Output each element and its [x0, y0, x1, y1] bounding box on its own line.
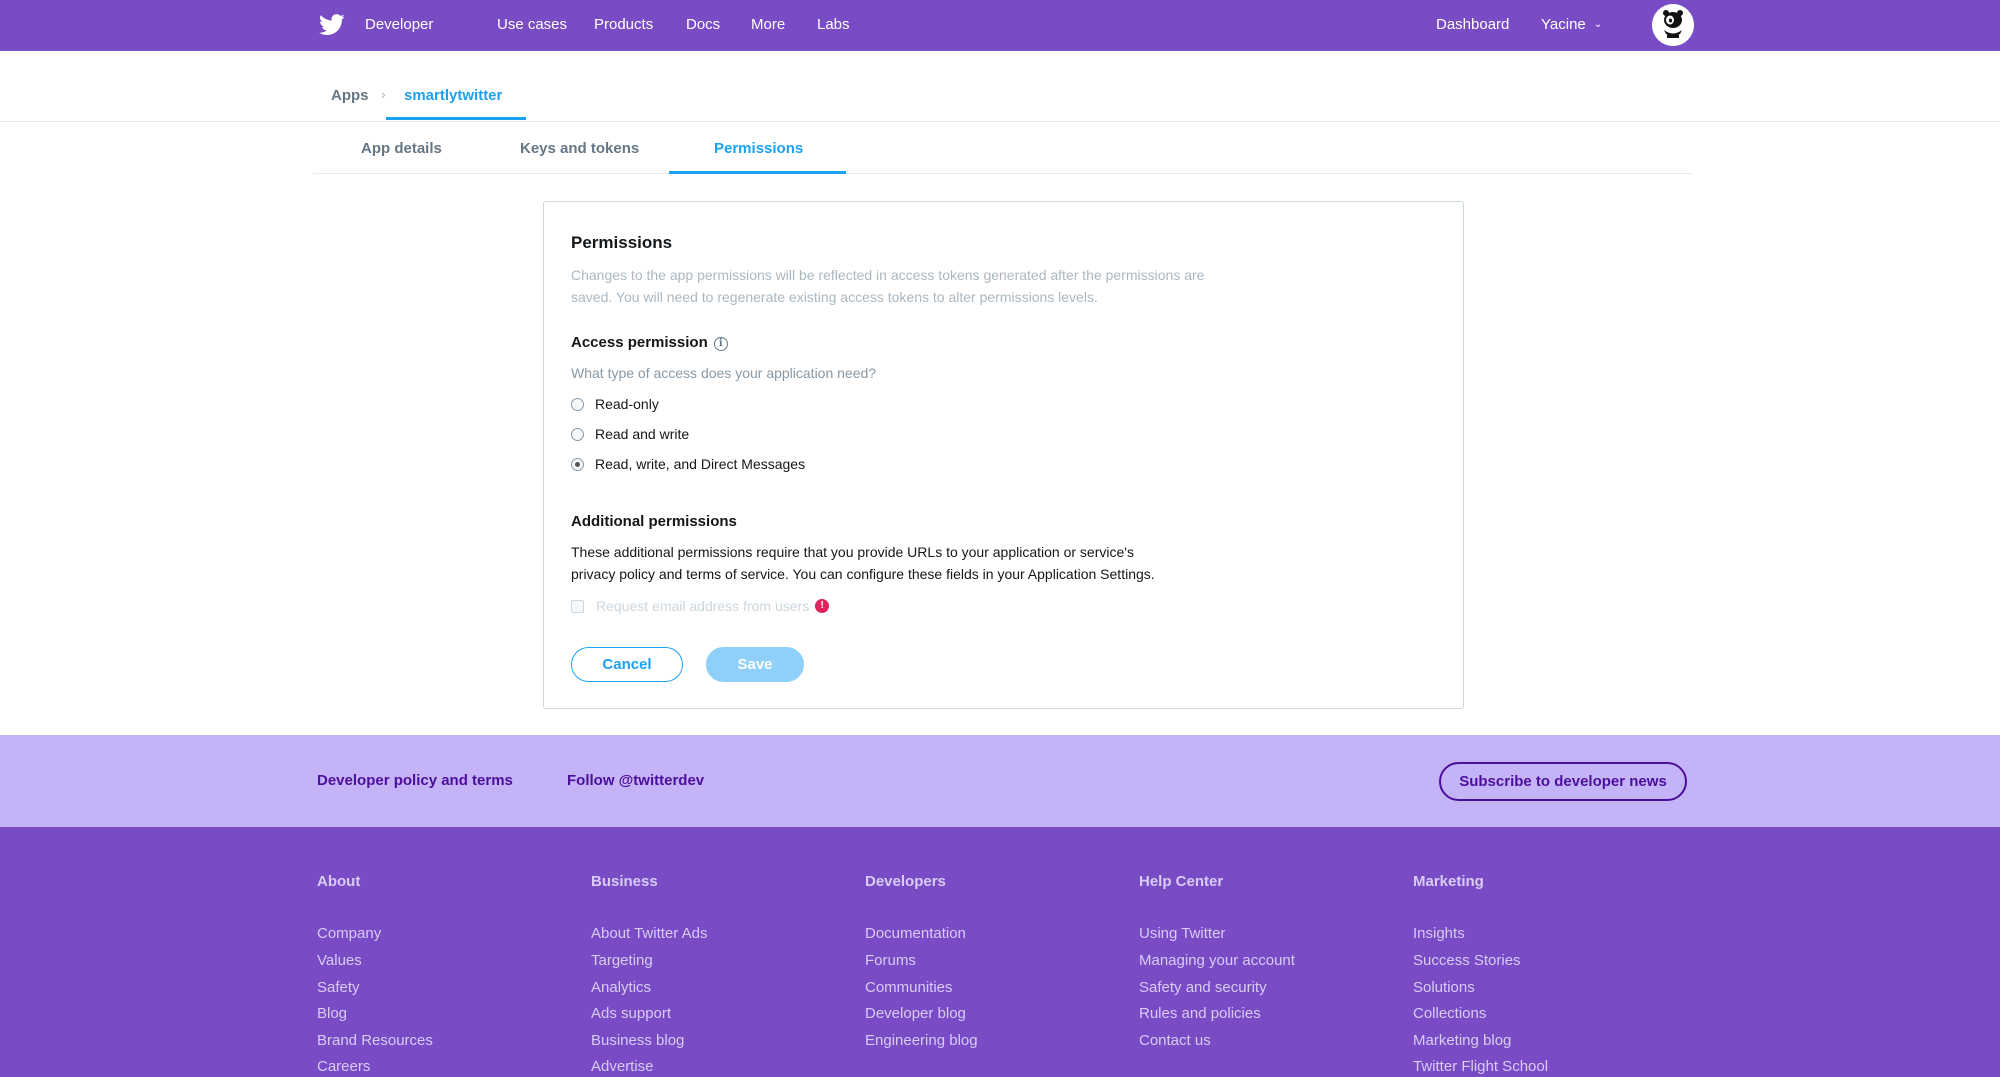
footer-link[interactable]: Solutions — [1413, 979, 1475, 996]
additional-permissions-heading: Additional permissions — [571, 513, 737, 530]
nav-dashboard[interactable]: Dashboard — [1436, 0, 1509, 51]
nav-products[interactable]: Products — [594, 0, 653, 51]
radio-option-read-write-dm[interactable]: Read, write, and Direct Messages — [571, 456, 805, 472]
footer-link[interactable]: Managing your account — [1139, 952, 1295, 969]
user-name: Yacine — [1541, 16, 1586, 33]
radio-read-only-label[interactable]: Read-only — [595, 396, 659, 412]
email-permission-row: Request email address from users ! — [571, 598, 830, 614]
twitter-bird-icon[interactable] — [319, 14, 345, 36]
wwf-panda-avatar[interactable] — [1652, 4, 1694, 46]
radio-read-write[interactable] — [571, 427, 584, 441]
footer-link[interactable]: Brand Resources — [317, 1032, 433, 1049]
app-tabs: App details Keys and tokens Permissions — [313, 122, 1693, 174]
radio-option-read-only[interactable]: Read-only — [571, 396, 659, 412]
access-permission-heading: Access permission i — [571, 334, 728, 351]
breadcrumb-active-underline — [386, 117, 526, 120]
footer-link[interactable]: Engineering blog — [865, 1032, 978, 1049]
footer-heading: Business — [591, 873, 658, 890]
subscribe-button[interactable]: Subscribe to developer news — [1439, 762, 1687, 801]
request-email-checkbox[interactable] — [571, 599, 584, 613]
footer-link[interactable]: Contact us — [1139, 1032, 1211, 1049]
footer-link[interactable]: Rules and policies — [1139, 1005, 1261, 1022]
footer-link[interactable]: Twitter Flight School — [1413, 1058, 1548, 1075]
cancel-button[interactable]: Cancel — [571, 647, 683, 682]
footer-link[interactable]: Advertise — [591, 1058, 654, 1075]
nav-labs[interactable]: Labs — [817, 0, 850, 51]
footer-heading: Help Center — [1139, 873, 1224, 890]
save-button[interactable]: Save — [706, 647, 804, 682]
radio-read-write-dm-label[interactable]: Read, write, and Direct Messages — [595, 456, 805, 472]
info-icon[interactable]: i — [713, 337, 728, 351]
footer-heading: About — [317, 873, 361, 890]
chevron-down-icon: ⌄ — [1593, 19, 1603, 30]
radio-read-write-label[interactable]: Read and write — [595, 426, 689, 442]
additional-permissions-description: These additional permissions require tha… — [571, 541, 1155, 585]
card-subtitle-line-1: Changes to the app permissions will be r… — [571, 267, 1205, 283]
top-nav: Developer Use cases Products Docs More L… — [0, 0, 2000, 51]
footer-link[interactable]: Safety and security — [1139, 979, 1267, 996]
alert-icon[interactable]: ! — [815, 599, 830, 613]
tab-permissions[interactable]: Permissions — [714, 140, 803, 157]
footer-link[interactable]: Forums — [865, 952, 916, 969]
footer-link[interactable]: Marketing blog — [1413, 1032, 1511, 1049]
breadcrumb-apps[interactable]: Apps — [331, 87, 369, 104]
nav-docs[interactable]: Docs — [686, 0, 720, 51]
footer-link[interactable]: Targeting — [591, 952, 653, 969]
request-email-label: Request email address from users — [596, 598, 810, 614]
radio-read-only[interactable] — [571, 397, 584, 411]
breadcrumb-current-app[interactable]: smartlytwitter — [404, 87, 502, 104]
footer-link[interactable]: About Twitter Ads — [591, 925, 707, 942]
access-question: What type of access does your applicatio… — [571, 365, 877, 381]
additional-description-line-1: These additional permissions require tha… — [571, 544, 1134, 560]
additional-description-line-2: privacy policy and terms of service. You… — [571, 566, 1155, 582]
footer-link[interactable]: Success Stories — [1413, 952, 1521, 969]
footer-link[interactable]: Documentation — [865, 925, 966, 942]
footer-link[interactable]: Ads support — [591, 1005, 671, 1022]
footer-link[interactable]: Communities — [865, 979, 953, 996]
developer-policy-link[interactable]: Developer policy and terms — [317, 772, 513, 789]
card-title: Permissions — [571, 233, 673, 252]
card-subtitle: Changes to the app permissions will be r… — [571, 264, 1204, 308]
footer-link[interactable]: Blog — [317, 1005, 347, 1022]
card-subtitle-line-2: saved. You will need to regenerate exist… — [571, 289, 1098, 305]
tab-app-details[interactable]: App details — [361, 140, 442, 157]
user-menu[interactable]: Yacine ⌄ — [1541, 0, 1602, 51]
footer-link[interactable]: Safety — [317, 979, 360, 996]
footer-link[interactable]: Careers — [317, 1058, 370, 1075]
follow-twitterdev-link[interactable]: Follow @twitterdev — [567, 772, 704, 789]
footer-heading: Developers — [865, 873, 946, 890]
footer-link[interactable]: Insights — [1413, 925, 1465, 942]
tab-keys-and-tokens[interactable]: Keys and tokens — [520, 140, 639, 157]
chevron-right-icon: › — [381, 86, 386, 102]
nav-use-cases[interactable]: Use cases — [497, 0, 567, 51]
tab-active-underline — [669, 171, 846, 174]
footer-link[interactable]: Analytics — [591, 979, 651, 996]
nav-more[interactable]: More — [751, 0, 785, 51]
footer-link[interactable]: Company — [317, 925, 381, 942]
breadcrumb: Apps › smartlytwitter — [0, 51, 2000, 122]
site-footer: About Company Values Safety Blog Brand R… — [0, 827, 2000, 1077]
permissions-card: Permissions Changes to the app permissio… — [543, 201, 1464, 709]
access-permission-label: Access permission — [571, 334, 708, 351]
footer-heading: Marketing — [1413, 873, 1484, 890]
nav-brand-developer[interactable]: Developer — [365, 0, 433, 51]
footer-link[interactable]: Collections — [1413, 1005, 1486, 1022]
footer-link[interactable]: Business blog — [591, 1032, 684, 1049]
footer-link[interactable]: Developer blog — [865, 1005, 966, 1022]
radio-option-read-write[interactable]: Read and write — [571, 426, 689, 442]
footer-link[interactable]: Using Twitter — [1139, 925, 1225, 942]
footer-link[interactable]: Values — [317, 952, 362, 969]
radio-read-write-dm[interactable] — [571, 457, 584, 471]
developer-strip: Developer policy and terms Follow @twitt… — [0, 735, 2000, 827]
